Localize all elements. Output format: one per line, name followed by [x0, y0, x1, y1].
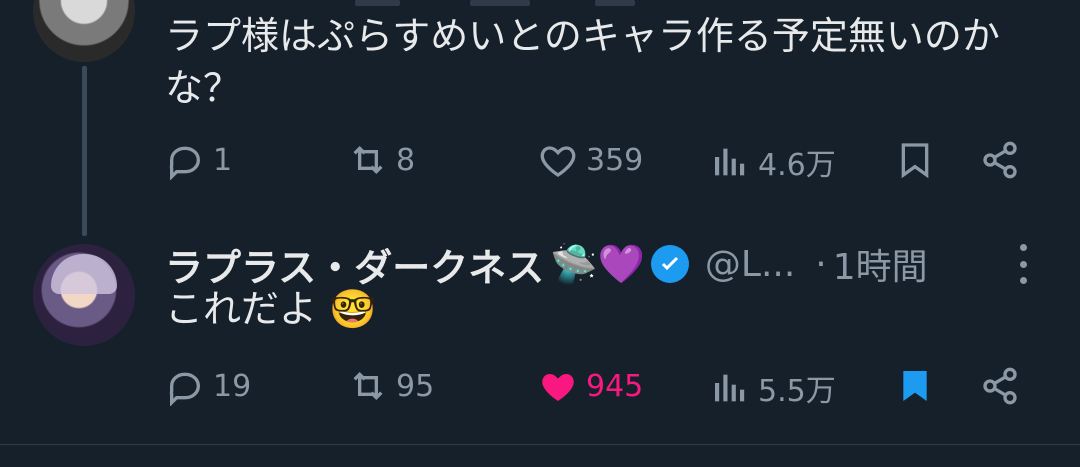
tweet-header: ラプラス・ダークネス 🛸💜 @L... · 1時間: [165, 238, 928, 290]
like-count: 359: [586, 142, 644, 178]
previous-content-fragments: [165, 0, 715, 8]
reply-button[interactable]: 19: [165, 366, 251, 406]
share-button[interactable]: [980, 366, 1020, 406]
retweet-icon: [353, 371, 383, 401]
timestamp[interactable]: 1時間: [833, 238, 928, 290]
reply-count: 19: [213, 368, 252, 404]
like-button[interactable]: 359: [538, 140, 643, 180]
retweet-icon: [353, 145, 383, 175]
view-count: 5.5万: [758, 374, 836, 409]
tweet-text: これだよ 🤓: [165, 287, 377, 331]
bookmark-button[interactable]: [895, 366, 935, 406]
share-button[interactable]: [980, 140, 1020, 180]
separator-dot: ·: [815, 243, 827, 285]
reply-icon: [169, 146, 201, 180]
heart-icon: [540, 146, 576, 177]
retweet-count: 8: [396, 142, 416, 178]
tweet-actions: 19 95 945 5.5万: [165, 366, 1045, 416]
verified-badge-icon[interactable]: [650, 245, 689, 283]
avatar[interactable]: [33, 0, 135, 62]
share-icon: [983, 367, 1017, 405]
tweet-text: ラプ様はぷらすめいとのキャラ作る予定無いのかな？: [165, 14, 1000, 110]
retweet-button[interactable]: 95: [348, 366, 434, 406]
view-count: 4.6万: [758, 148, 836, 183]
reply-count: 1: [213, 142, 233, 178]
bar-chart-icon: [715, 148, 745, 176]
handle[interactable]: @L...: [705, 244, 795, 285]
name-emojis: 🛸💜: [550, 241, 645, 286]
like-button[interactable]: 945: [538, 366, 643, 406]
bookmark-filled-icon: [903, 371, 927, 401]
divider: [0, 444, 1080, 445]
heart-filled-icon: [542, 374, 574, 401]
tweet-actions: 1 8 359 4.6万: [165, 140, 1045, 190]
thread-line: [82, 66, 87, 236]
retweet-count: 95: [396, 368, 435, 404]
avatar[interactable]: [33, 244, 135, 346]
share-icon: [983, 141, 1017, 179]
more-options-icon[interactable]: [1013, 244, 1033, 284]
bookmark-icon: [901, 143, 929, 179]
retweet-button[interactable]: 8: [348, 140, 415, 180]
reply-button[interactable]: 1: [165, 140, 232, 180]
bar-chart-icon: [715, 374, 745, 402]
bookmark-button[interactable]: [895, 140, 935, 180]
reply-icon: [169, 372, 201, 406]
views-button[interactable]: 4.6万: [710, 140, 836, 184]
views-button[interactable]: 5.5万: [710, 366, 836, 410]
like-count: 945: [586, 368, 644, 404]
